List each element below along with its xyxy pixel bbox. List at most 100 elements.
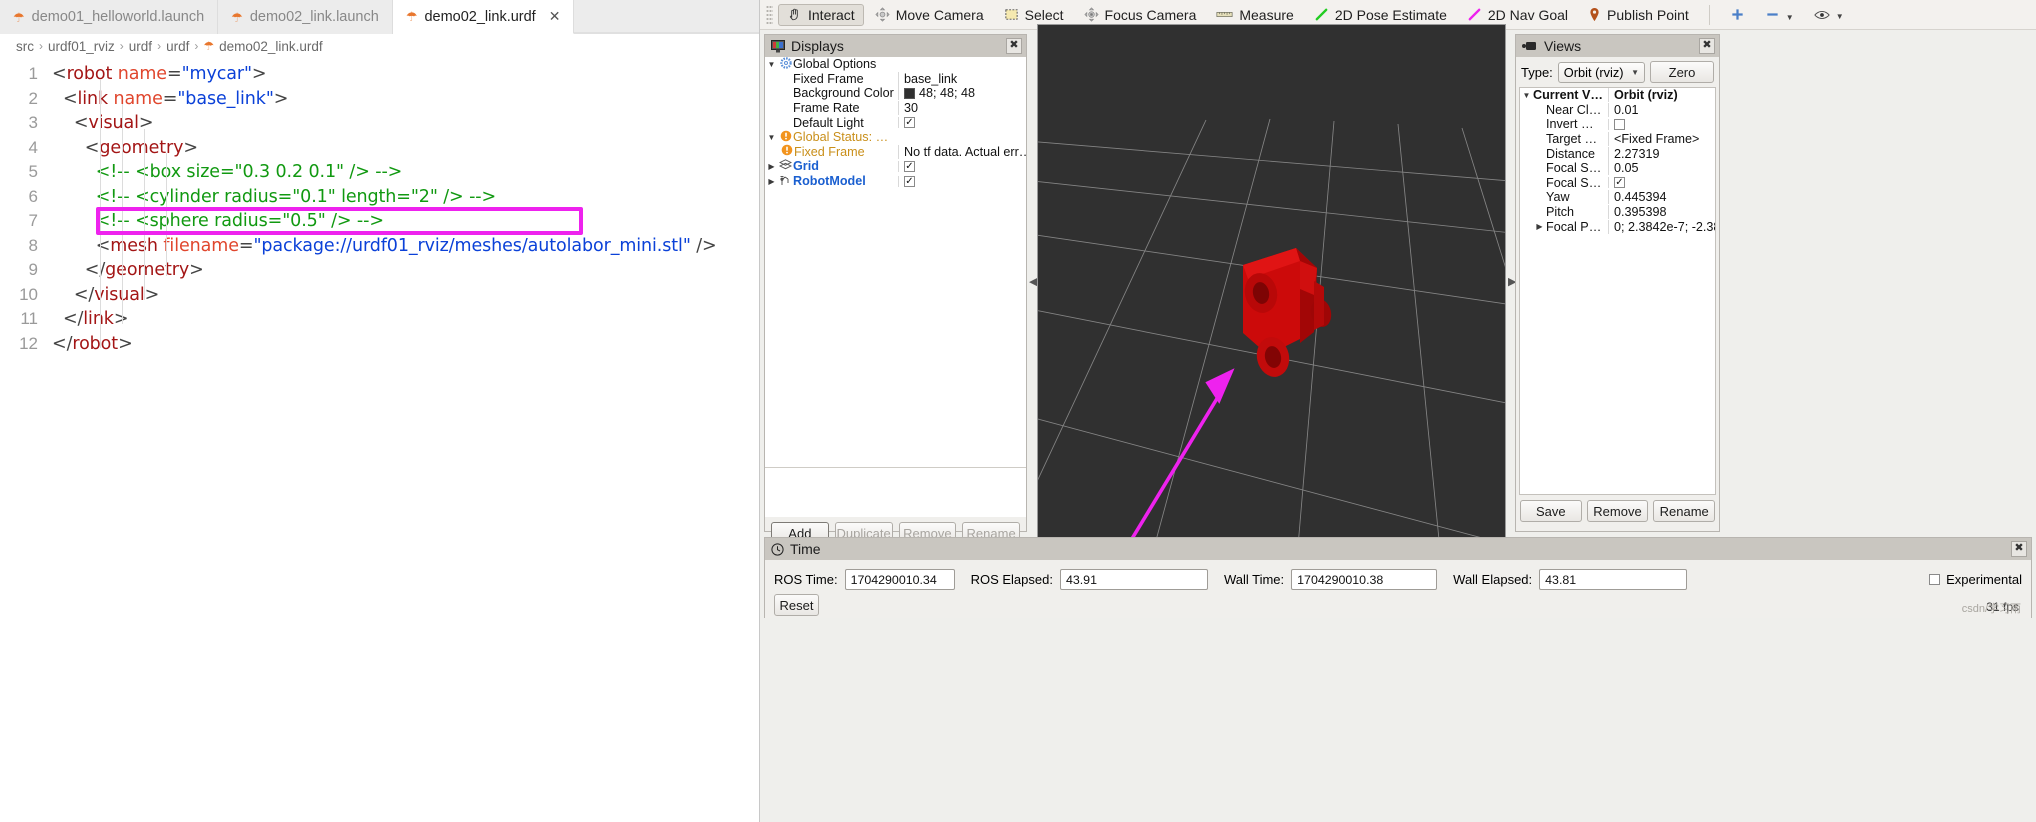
code-line[interactable]: 8 <mesh filename="package://urdf01_rviz/… <box>0 236 759 261</box>
display-row-background-color[interactable]: Background Color 48; 48; 48 <box>765 86 1026 101</box>
rename-view-button[interactable]: Rename <box>1653 500 1716 522</box>
display-row-grid[interactable]: ▶ Grid ✓ <box>765 159 1026 174</box>
tool-select[interactable]: Select <box>995 4 1073 26</box>
tool-interact[interactable]: Interact <box>778 3 864 26</box>
view-row-current-view[interactable]: ▼ Current V… Orbit (rviz) <box>1520 88 1715 103</box>
visibility-tool-button[interactable]: ▼ <box>1805 6 1853 24</box>
experimental-toggle[interactable]: Experimental <box>1929 572 2022 587</box>
code-line[interactable]: 6 <!-- <cylinder radius="0.1" length="2"… <box>0 187 759 212</box>
line-number: 7 <box>28 211 38 230</box>
view-row-target-frame[interactable]: Target … <Fixed Frame> <box>1520 132 1715 147</box>
close-icon[interactable]: ✖ <box>2011 541 2027 557</box>
breadcrumb-item-4[interactable]: demo02_link.urdf <box>219 39 323 54</box>
display-value[interactable]: base_link <box>898 71 1026 86</box>
checkbox-checked[interactable]: ✓ <box>904 175 915 187</box>
chevron-down-icon[interactable]: ▼ <box>1520 91 1533 100</box>
displays-tree[interactable]: ▼ Global Options Fixed Frame base_link B… <box>765 57 1026 467</box>
editor-tab-0[interactable]: ☂ demo01_helloworld.launch <box>0 0 219 34</box>
view-value[interactable]: <Fixed Frame> <box>1608 132 1715 147</box>
display-value: No tf data. Actual err… <box>898 144 1026 159</box>
display-row-fixed-frame[interactable]: Fixed Frame base_link <box>765 71 1026 87</box>
display-row-robotmodel[interactable]: ▶ RobotModel ✓ <box>765 174 1026 189</box>
wall-elapsed-input[interactable]: 43.81 <box>1539 569 1688 590</box>
code-area[interactable]: 1 <robot name="mycar"> 2 <link name="bas… <box>0 58 759 358</box>
code-line[interactable]: 9 </geometry> <box>0 260 759 285</box>
breadcrumb-item-1[interactable]: urdf01_rviz <box>48 39 115 54</box>
minus-icon <box>1767 13 1778 16</box>
checkbox-unchecked[interactable] <box>1614 118 1625 130</box>
tool-move-camera[interactable]: Move Camera <box>866 4 993 26</box>
remove-view-button[interactable]: Remove <box>1586 500 1649 522</box>
code-line[interactable]: 2 <link name="base_link"> <box>0 89 759 114</box>
3d-viewport[interactable] <box>1037 24 1506 557</box>
view-row-invert-z[interactable]: Invert … <box>1520 117 1715 132</box>
breadcrumb-item-3[interactable]: urdf <box>166 39 189 54</box>
editor-tab-1[interactable]: ☂ demo02_link.launch <box>218 0 393 34</box>
chevron-right-icon[interactable]: ▶ <box>765 177 778 186</box>
view-value[interactable]: 0.395398 <box>1608 205 1715 220</box>
checkbox-checked[interactable]: ✓ <box>1614 177 1625 189</box>
tool-2d-pose-estimate[interactable]: 2D Pose Estimate <box>1305 4 1456 26</box>
view-row-pitch[interactable]: Pitch 0.395398 <box>1520 205 1715 220</box>
code-line[interactable]: 4 <geometry> <box>0 138 759 163</box>
chevron-down-icon[interactable]: ▼ <box>765 60 778 69</box>
close-icon[interactable]: ✖ <box>1006 38 1022 54</box>
add-tool-button[interactable] <box>1721 4 1754 25</box>
tool-publish-point[interactable]: Publish Point <box>1579 4 1698 26</box>
code-line[interactable]: 5 <!-- <box size="0.3 0.2 0.1" /> --> <box>0 162 759 187</box>
tool-2d-nav-goal[interactable]: 2D Nav Goal <box>1458 4 1577 26</box>
chevron-right-icon[interactable]: ▶ <box>1533 222 1546 231</box>
code-line[interactable]: 7 <!-- <sphere radius="0.5" /> --> <box>0 211 759 236</box>
display-value[interactable]: 30 <box>898 101 1026 116</box>
chevron-down-icon[interactable]: ▼ <box>765 133 778 142</box>
close-icon[interactable]: ✕ <box>549 8 561 25</box>
checkbox-unchecked[interactable] <box>1929 574 1941 585</box>
checkbox-checked[interactable]: ✓ <box>904 117 915 129</box>
view-row-focal-shape-size[interactable]: Focal S… 0.05 <box>1520 161 1715 176</box>
view-value[interactable]: 0.05 <box>1608 161 1715 176</box>
view-type-select[interactable]: Orbit (rviz) ▼ <box>1557 61 1645 83</box>
checkbox-checked[interactable]: ✓ <box>904 160 915 172</box>
toolbar-grip-icon[interactable] <box>766 4 773 25</box>
displays-description-box <box>765 467 1026 517</box>
view-value[interactable]: 2.27319 <box>1608 146 1715 161</box>
views-tree[interactable]: ▼ Current V… Orbit (rviz) Near Cl… 0.01 … <box>1519 87 1716 495</box>
tool-measure[interactable]: Measure <box>1207 4 1302 26</box>
display-row-global-options[interactable]: ▼ Global Options <box>765 57 1026 72</box>
code-line[interactable]: 3 <visual> <box>0 113 759 138</box>
display-row-default-light[interactable]: Default Light ✓ <box>765 115 1026 130</box>
breadcrumb-item-0[interactable]: src <box>16 39 34 54</box>
view-row-yaw[interactable]: Yaw 0.445394 <box>1520 190 1715 205</box>
splitter-left[interactable]: ◀ <box>1029 270 1037 294</box>
view-row-focal-shape-fixed[interactable]: Focal S… ✓ <box>1520 176 1715 191</box>
code-line[interactable]: 1 <robot name="mycar"> <box>0 64 759 89</box>
reset-button[interactable]: Reset <box>774 594 819 616</box>
code-line[interactable]: 11 </link> <box>0 309 759 334</box>
code-line[interactable]: 12 </robot> <box>0 334 759 359</box>
remove-tool-button[interactable]: ▼ <box>1756 4 1803 25</box>
zero-button[interactable]: Zero <box>1650 61 1714 83</box>
ros-time-input[interactable]: 1704290010.34 <box>844 569 955 590</box>
close-icon[interactable]: ✖ <box>1699 38 1715 54</box>
wall-time-input[interactable]: 1704290010.38 <box>1291 569 1438 590</box>
tool-focus-camera[interactable]: Focus Camera <box>1075 4 1206 26</box>
view-label: Yaw <box>1546 190 1570 205</box>
breadcrumb-item-2[interactable]: urdf <box>129 39 152 54</box>
line-content: </link> <box>62 309 129 329</box>
view-value[interactable]: 0.01 <box>1608 102 1715 117</box>
save-view-button[interactable]: Save <box>1520 500 1582 522</box>
splitter-right[interactable]: ▶ <box>1508 270 1516 294</box>
view-row-near-clip[interactable]: Near Cl… 0.01 <box>1520 102 1715 118</box>
view-row-focal-point[interactable]: ▶ Focal P… 0; 2.3842e-7; -2.384… <box>1520 219 1715 234</box>
editor-tab-2[interactable]: ☂ demo02_link.urdf ✕ <box>392 0 575 34</box>
view-row-distance[interactable]: Distance 2.27319 <box>1520 146 1715 161</box>
display-row-global-status[interactable]: ▼ Global Status: … <box>765 130 1026 145</box>
displays-panel: Displays ✖ ▼ Global Options Fixed Frame … <box>764 34 1027 544</box>
code-line[interactable]: 10 </visual> <box>0 285 759 310</box>
chevron-right-icon[interactable]: ▶ <box>765 162 778 171</box>
display-row-frame-rate[interactable]: Frame Rate 30 <box>765 101 1026 116</box>
ros-elapsed-input[interactable]: 43.91 <box>1059 569 1208 590</box>
display-row-status-fixed-frame[interactable]: Fixed Frame No tf data. Actual err… <box>765 144 1026 160</box>
view-value[interactable]: 0; 2.3842e-7; -2.384… <box>1608 219 1715 234</box>
view-value[interactable]: 0.445394 <box>1608 190 1715 205</box>
